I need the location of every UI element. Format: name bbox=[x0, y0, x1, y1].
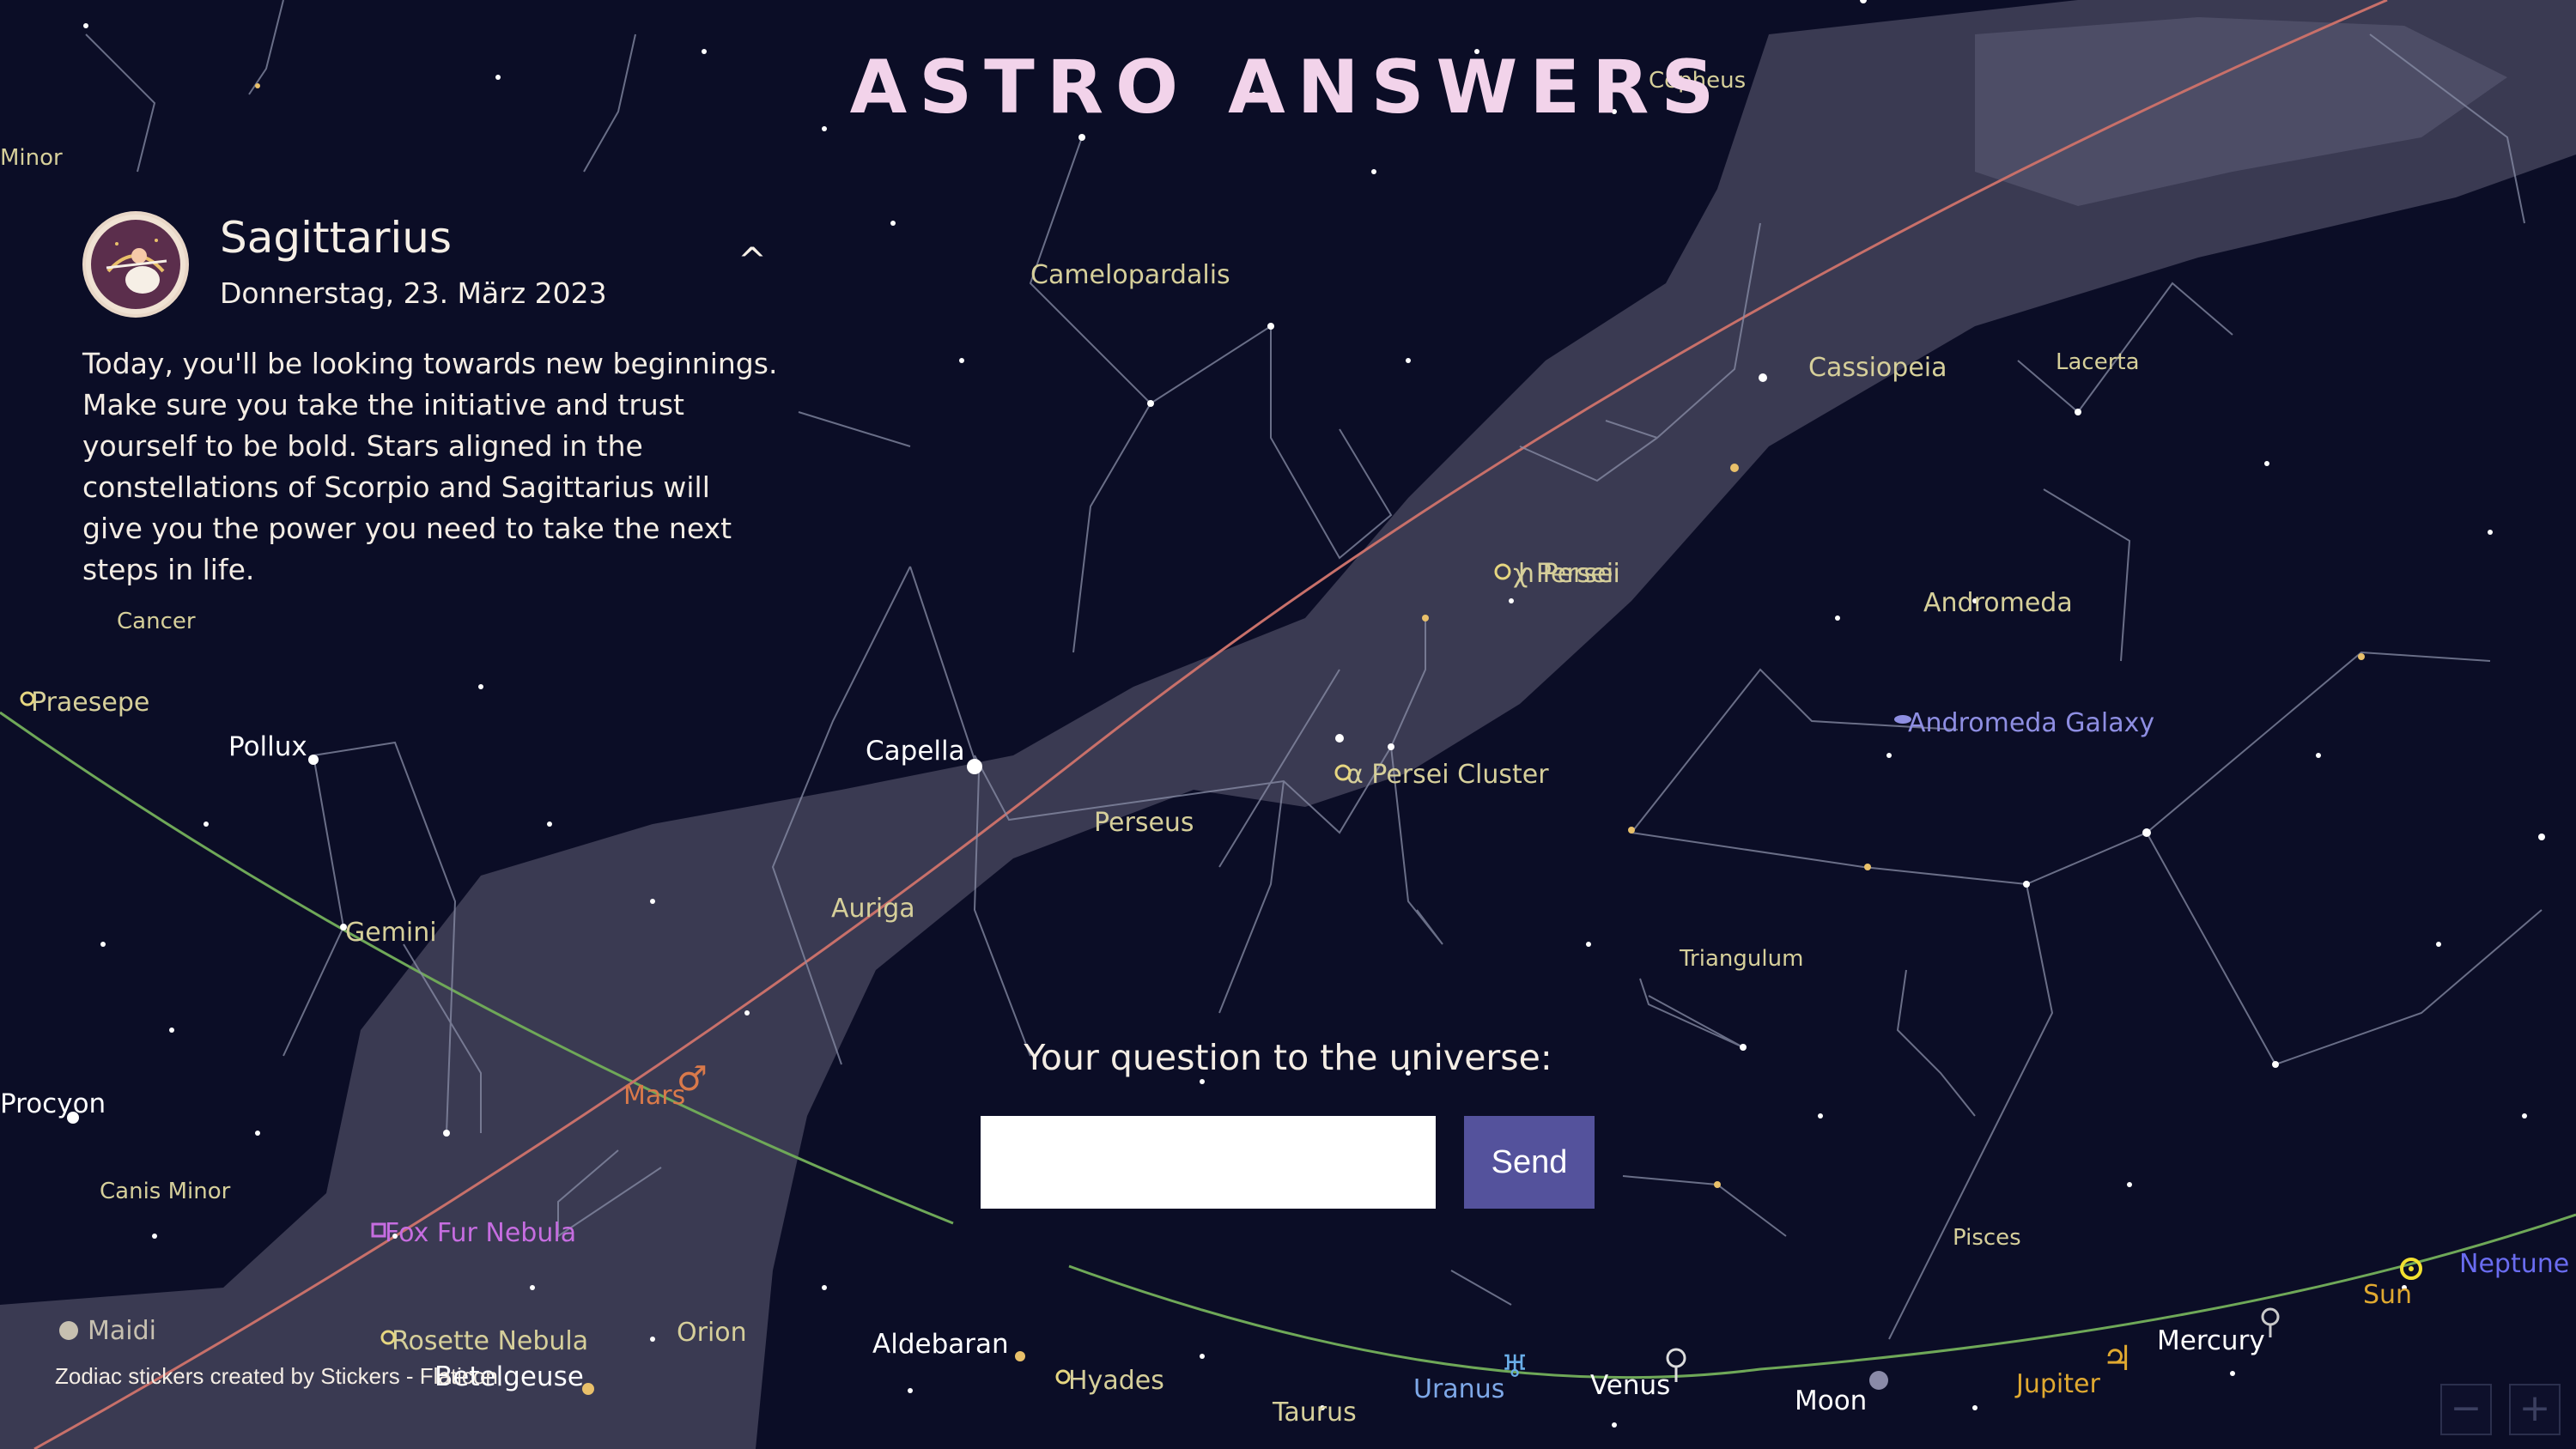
maidi-icon bbox=[59, 1321, 78, 1340]
label-triangulum: Triangulum bbox=[1679, 946, 1803, 972]
label-sun: Sun bbox=[2363, 1280, 2412, 1310]
credit-text: Zodiac stickers created by Stickers - Fl… bbox=[55, 1363, 498, 1389]
mars-icon: ♂ bbox=[677, 1059, 708, 1099]
zoom-in-button[interactable]: + bbox=[2509, 1384, 2561, 1435]
label-rosette-nebula: Rosette Nebula bbox=[392, 1326, 588, 1356]
zoom-out-button[interactable]: − bbox=[2440, 1384, 2492, 1435]
label-capella: Capella bbox=[866, 736, 965, 767]
question-label: Your question to the universe: bbox=[1024, 1037, 1552, 1078]
sagittarius-avatar-icon bbox=[82, 211, 189, 318]
question-input[interactable] bbox=[981, 1116, 1436, 1209]
send-button[interactable]: Send bbox=[1464, 1116, 1595, 1209]
label-maidi: Maidi bbox=[88, 1316, 156, 1346]
label-canis-minor: Canis Minor bbox=[100, 1179, 231, 1204]
label-procyon: Procyon bbox=[0, 1088, 106, 1119]
label-auriga: Auriga bbox=[831, 894, 915, 924]
venus-icon bbox=[1666, 1348, 1686, 1368]
label-uranus: Uranus bbox=[1413, 1374, 1504, 1404]
jupiter-icon: ♃ bbox=[2102, 1339, 2133, 1379]
mercury-icon bbox=[2261, 1307, 2280, 1326]
label-neptune: Neptune bbox=[2459, 1249, 2569, 1279]
ecliptic-line-right bbox=[1068, 1213, 2576, 1379]
label-cancer: Cancer bbox=[117, 609, 196, 634]
uranus-icon: ♅ bbox=[1501, 1349, 1528, 1385]
label-taurus: Taurus bbox=[1272, 1397, 1357, 1428]
hyades-icon bbox=[1055, 1369, 1071, 1385]
label-venus: Venus bbox=[1590, 1370, 1670, 1401]
label-jupiter: Jupiter bbox=[2014, 1369, 2100, 1399]
label-pollux: Pollux bbox=[228, 731, 307, 762]
sign-name: Sagittarius bbox=[220, 213, 453, 263]
label-camelopardalis: Camelopardalis bbox=[1030, 260, 1230, 290]
label-alpha-persei-cluster: α Persei Cluster bbox=[1346, 760, 1549, 790]
horoscope-date: Donnerstag, 23. März 2023 bbox=[220, 276, 607, 310]
label-mercury: Mercury bbox=[2157, 1325, 2265, 1356]
label-pisces: Pisces bbox=[1953, 1225, 2021, 1251]
label-minor: Minor bbox=[0, 145, 63, 171]
label-lacerta: Lacerta bbox=[2056, 349, 2140, 375]
label-hyades: Hyades bbox=[1068, 1366, 1164, 1396]
horoscope-text: Today, you'll be looking towards new beg… bbox=[82, 347, 778, 586]
label-andromeda: Andromeda bbox=[1923, 588, 2073, 618]
moon-icon bbox=[1869, 1371, 1888, 1390]
label-praesepe: Praesepe bbox=[31, 688, 149, 718]
label-perseus: Perseus bbox=[1094, 808, 1194, 838]
galaxy-icon bbox=[1894, 715, 1911, 724]
label-aldebaran: Aldebaran bbox=[872, 1329, 1009, 1360]
label-gemini: Gemini bbox=[345, 918, 437, 948]
label-cassiopeia: Cassiopeia bbox=[1808, 353, 1947, 383]
label-fox-fur-nebula: Fox Fur Nebula bbox=[385, 1218, 576, 1248]
app-title: ASTRO ANSWERS bbox=[849, 45, 1727, 130]
label-andromeda-galaxy: Andromeda Galaxy bbox=[1908, 708, 2154, 738]
label-orion: Orion bbox=[677, 1318, 747, 1348]
label-h-persei: h Persei bbox=[1518, 559, 1620, 589]
collapse-chevron-icon[interactable]: ^ bbox=[735, 244, 769, 278]
label-moon: Moon bbox=[1795, 1385, 1867, 1416]
